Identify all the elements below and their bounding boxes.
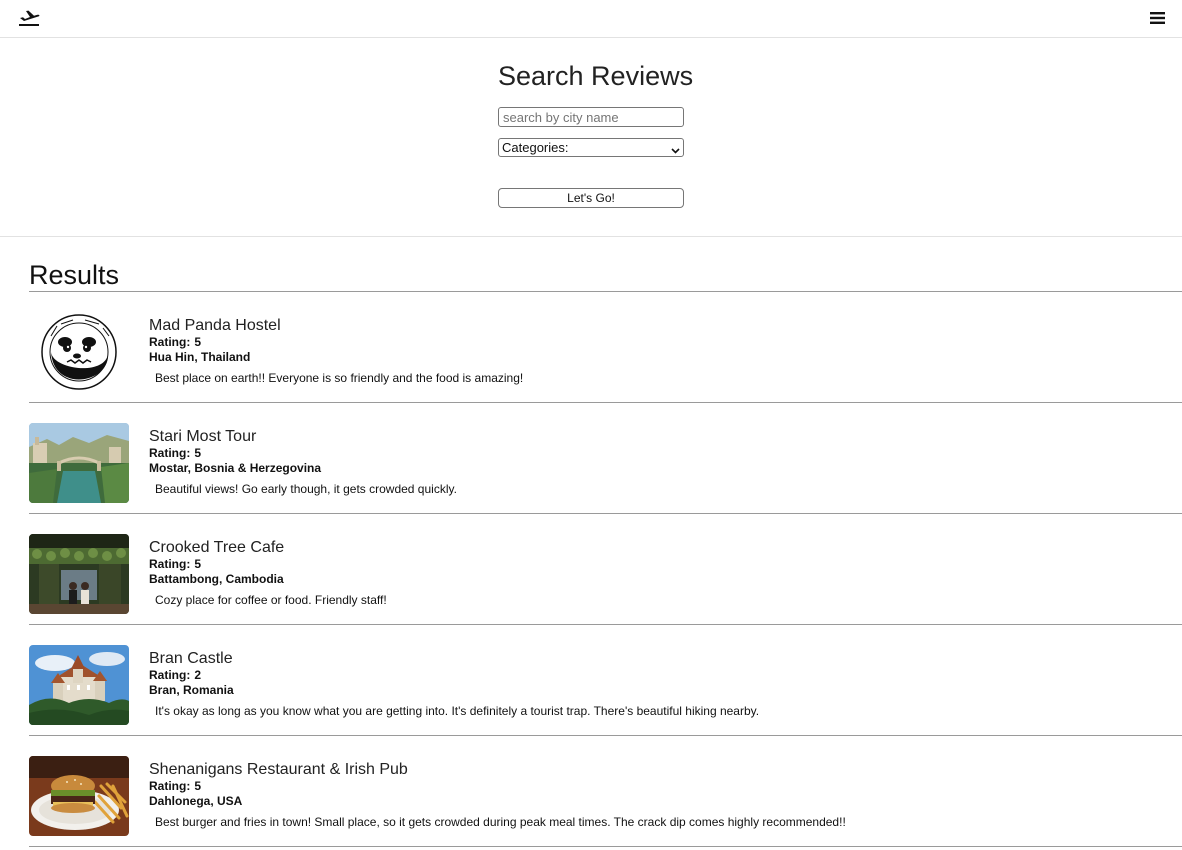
results-title: Results [29,260,120,290]
top-navbar [0,0,1182,38]
result-review: It's okay as long as you know what you a… [155,704,760,718]
result-name[interactable]: Shenanigans Restaurant & Irish Pub [149,761,408,779]
result-item[interactable]: Stari Most Tour Rating: 5 Mostar, Bosnia … [29,403,1182,514]
result-review: Best burger and fries in town! Small pla… [155,815,846,829]
result-item[interactable]: Mad Panda Hostel Rating: 5 Hua Hin, Thail… [29,292,1182,403]
result-name[interactable]: Mad Panda Hostel [149,317,281,335]
result-name[interactable]: Crooked Tree Cafe [149,539,284,557]
result-item[interactable]: Crooked Tree Cafe Rating: 5 Battambong, C… [29,514,1182,625]
result-location: Bran, Romania [149,683,234,697]
rating-value: 5 [194,446,202,460]
rating-label: Rating: [149,668,191,682]
hamburger-menu-icon[interactable] [1150,11,1165,25]
stari-most-bridge-photo [29,423,129,503]
crooked-tree-cafe-photo [29,534,129,614]
result-review: Beautiful views! Go early though, it get… [155,482,457,496]
result-location: Battambong, Cambodia [149,572,284,586]
result-location: Dahlonega, USA [149,794,243,808]
result-location: Mostar, Bosnia & Herzegovina [149,461,322,475]
mad-panda-hostel-logo [29,312,129,392]
burger-and-fries-photo [29,756,129,836]
result-rating: Rating: 2 [149,668,201,683]
rating-label: Rating: [149,779,191,793]
result-item[interactable]: Bran Castle Rating: 2 Bran, Romania It's … [29,625,1182,736]
result-rating: Rating: 5 [149,557,201,572]
chevron-down-icon [671,143,680,154]
result-item[interactable]: Shenanigans Restaurant & Irish Pub Ratin… [29,736,1182,847]
search-title: Search Reviews [498,61,694,91]
rating-label: Rating: [149,557,191,571]
city-search-input[interactable] [498,107,684,127]
result-rating: Rating: 5 [149,446,201,461]
rating-value: 2 [194,668,202,682]
lets-go-button[interactable]: Let's Go! [498,188,684,208]
rating-value: 5 [194,557,202,571]
rating-label: Rating: [149,446,191,460]
category-select[interactable]: Categories: [498,138,684,157]
rating-value: 5 [194,335,202,349]
result-name[interactable]: Bran Castle [149,650,233,668]
result-rating: Rating: 5 [149,779,201,794]
rating-value: 5 [194,779,202,793]
airplane-departure-icon[interactable] [18,9,40,27]
result-name[interactable]: Stari Most Tour [149,428,256,446]
results-list: Mad Panda Hostel Rating: 5 Hua Hin, Thail… [29,292,1182,847]
result-rating: Rating: 5 [149,335,201,350]
result-review: Cozy place for coffee or food. Friendly … [155,593,387,607]
result-review: Best place on earth!! Everyone is so fri… [155,371,524,385]
category-select-value: Categories: [502,140,569,155]
bran-castle-photo [29,645,129,725]
search-panel: Search Reviews Categories: Let's Go! [0,39,1182,237]
rating-label: Rating: [149,335,191,349]
result-location: Hua Hin, Thailand [149,350,251,364]
